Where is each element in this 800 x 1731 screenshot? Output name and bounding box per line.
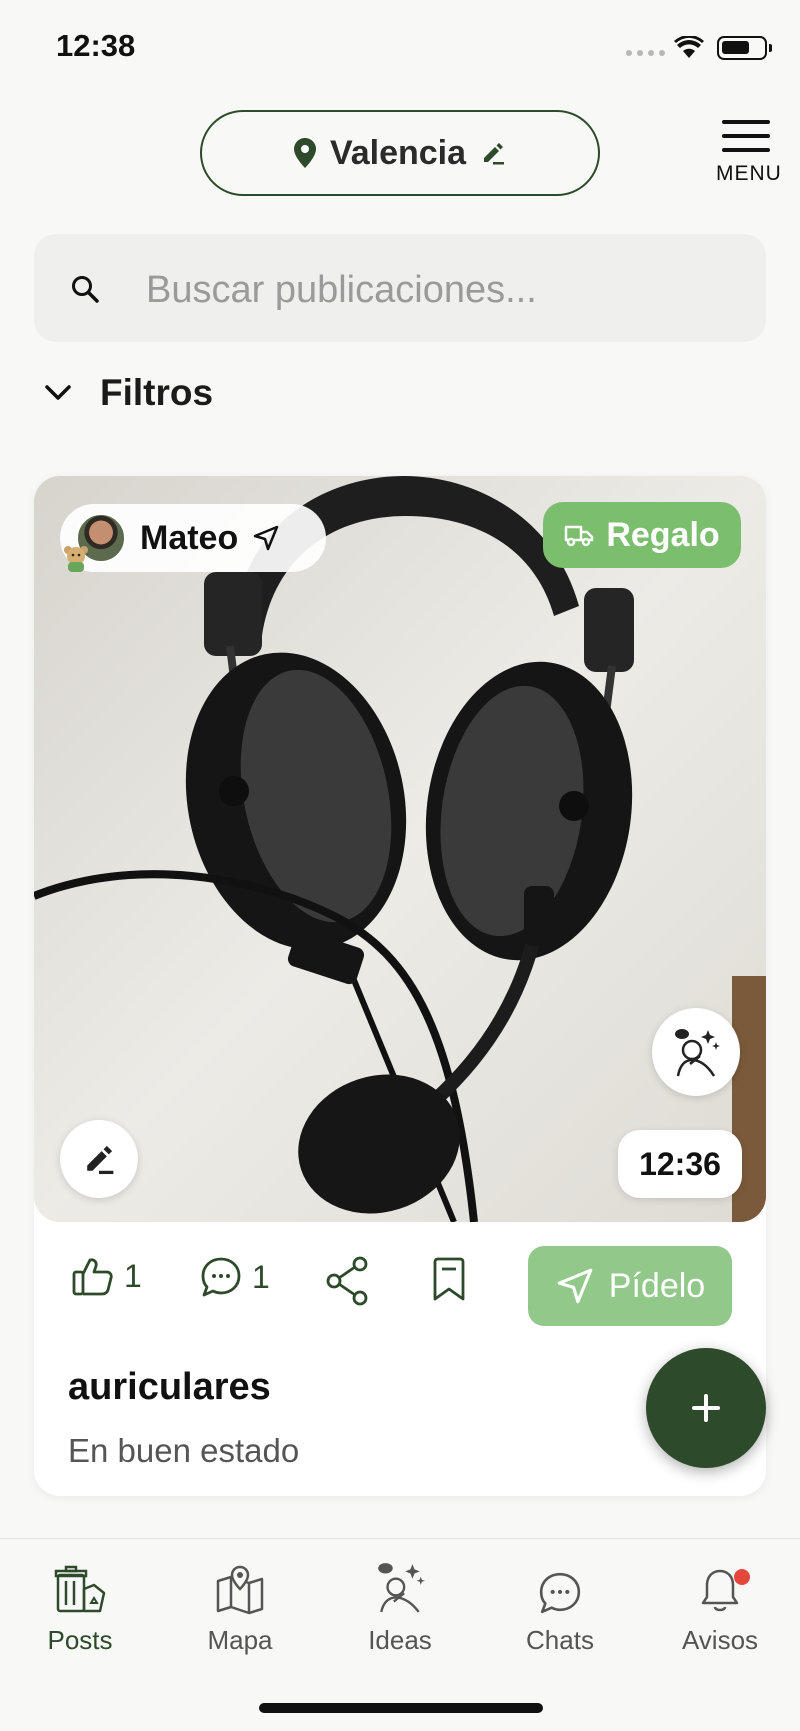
home-indicator[interactable] [259, 1703, 543, 1713]
thumbs-up-icon [72, 1258, 113, 1296]
like-count: 1 [124, 1257, 142, 1294]
comment-bubble-icon [201, 1257, 241, 1297]
edit-pencil-icon [87, 1145, 114, 1175]
battery-icon [717, 36, 772, 60]
post-card[interactable]: Mateo Regalo 12:36 1 1 Pídelo auriculare… [34, 476, 766, 1496]
tab-ideas[interactable]: Ideas [340, 1557, 460, 1656]
post-description: En buen estado [68, 1432, 300, 1469]
status-bar: 12:38 [0, 0, 800, 100]
request-button[interactable]: Pídelo [528, 1246, 732, 1326]
bookmark-button[interactable] [430, 1256, 468, 1302]
gift-badge-label: Regalo [606, 515, 720, 554]
filters-toggle[interactable]: Filtros [44, 372, 213, 414]
cellular-signal-icon [626, 50, 665, 56]
comment-button[interactable]: 1 [200, 1256, 270, 1298]
headphones-photo [34, 476, 766, 1222]
location-pin-icon [293, 138, 316, 168]
comment-count: 1 [252, 1258, 270, 1295]
menu-button[interactable]: MENU [716, 120, 782, 186]
wifi-icon [674, 36, 704, 58]
ideas-button[interactable] [652, 1008, 740, 1096]
post-time: 12:36 [618, 1130, 742, 1198]
share-button[interactable] [324, 1256, 370, 1306]
tab-posts[interactable]: Posts [20, 1557, 140, 1656]
chat-bubble-icon [539, 1572, 581, 1614]
author-name: Mateo [140, 518, 239, 557]
menu-label: MENU [716, 162, 782, 185]
post-photo[interactable]: Mateo Regalo 12:36 [34, 476, 766, 1222]
recycle-bin-icon [54, 1565, 106, 1613]
tab-mapa[interactable]: Mapa [180, 1557, 300, 1656]
tab-chats[interactable]: Chats [500, 1557, 620, 1656]
post-actions: 1 1 Pídelo [34, 1246, 766, 1330]
gift-badge: Regalo [543, 502, 741, 568]
post-title: auriculares [68, 1366, 271, 1408]
tab-chats-label: Chats [526, 1625, 594, 1655]
map-icon [216, 1565, 264, 1615]
tab-mapa-label: Mapa [207, 1625, 273, 1655]
tab-posts-label: Posts [47, 1625, 113, 1655]
thinking-person-icon [675, 1029, 720, 1077]
ideas-icon [378, 1563, 425, 1613]
bear-badge-icon [64, 546, 88, 572]
bookmark-icon [433, 1257, 465, 1301]
author-chip[interactable]: Mateo [60, 504, 326, 572]
delivery-truck-icon [565, 525, 594, 547]
location-name: Valencia [329, 133, 467, 172]
status-time: 12:38 [56, 28, 136, 63]
notification-dot [734, 1569, 750, 1585]
plus-icon [692, 1394, 720, 1422]
search-icon [72, 276, 99, 303]
share-icon [326, 1256, 368, 1306]
request-button-label: Pídelo [608, 1266, 706, 1305]
add-post-button[interactable] [646, 1348, 766, 1468]
send-arrow-icon [557, 1268, 593, 1304]
tab-avisos-label: Avisos [681, 1625, 759, 1655]
tab-ideas-label: Ideas [368, 1625, 432, 1655]
hamburger-icon [716, 120, 776, 152]
location-selector[interactable]: Valencia [200, 110, 600, 196]
filters-label: Filtros [100, 372, 214, 413]
tab-avisos[interactable]: Avisos [660, 1557, 780, 1656]
edit-pencil-icon [484, 143, 505, 165]
search-input[interactable] [146, 262, 726, 318]
like-button[interactable]: 1 [72, 1256, 142, 1296]
edit-post-button[interactable] [60, 1120, 138, 1198]
chevron-down-icon [45, 385, 71, 400]
send-arrow-icon [253, 525, 279, 551]
